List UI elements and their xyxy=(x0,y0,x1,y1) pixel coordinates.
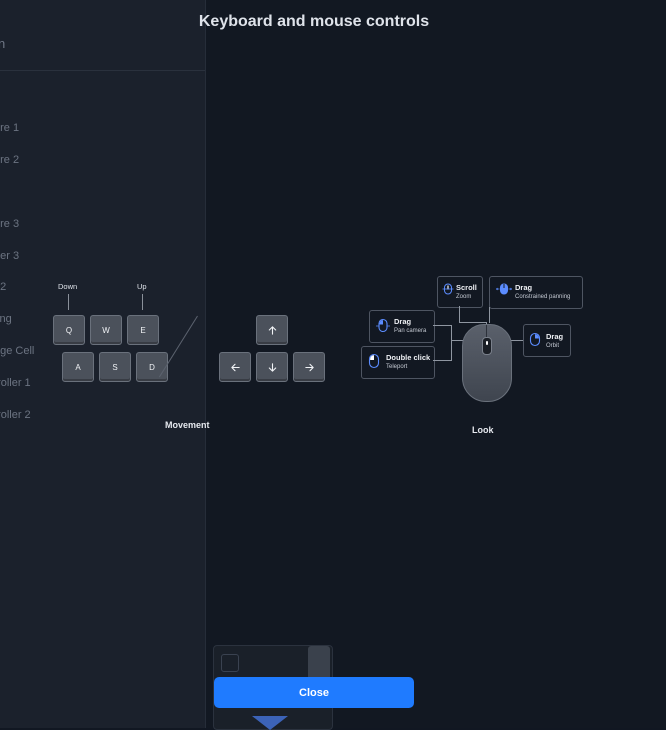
mouse-right-drag-icon xyxy=(529,332,541,347)
arrow-up-icon xyxy=(256,315,288,345)
scroll-zoom-control: Scroll Zoom xyxy=(437,276,483,308)
constrained-panning-control: Drag Constrained panning xyxy=(489,276,583,309)
teleport-result: Teleport xyxy=(386,364,408,370)
sidebar-header-text: n xyxy=(0,36,6,51)
mouse-double-click-icon xyxy=(368,353,380,369)
orbit-action: Drag xyxy=(546,332,564,341)
pan-camera-control: Drag Pan camera xyxy=(369,310,435,343)
teleport-control: Double click Teleport xyxy=(361,346,435,379)
arrow-right-icon xyxy=(293,352,325,382)
hint-down-line xyxy=(68,294,69,310)
key-s: S xyxy=(99,352,131,382)
sidebar-item[interactable]: age Cell xyxy=(0,345,34,357)
scroll-result: Zoom xyxy=(456,294,472,300)
scroll-wheel xyxy=(482,337,492,355)
pan-camera-result: Pan camera xyxy=(394,328,427,334)
hint-up-line xyxy=(142,294,143,310)
connector-line xyxy=(459,322,486,323)
mouse-drag-both-icon xyxy=(496,283,512,295)
sidebar-header: n xyxy=(0,0,205,71)
sidebar-item[interactable]: troller 2 xyxy=(0,409,31,421)
arrow-left-icon xyxy=(219,352,251,382)
key-q: Q xyxy=(53,315,85,345)
sidebar-item[interactable]: per 3 xyxy=(0,250,19,262)
close-button[interactable]: Close xyxy=(214,677,414,708)
sidebar-item[interactable]: ore 3 xyxy=(0,218,19,230)
key-d: D xyxy=(136,352,168,382)
mouse-scroll-icon xyxy=(442,283,454,295)
connector-line xyxy=(451,325,452,360)
orbit-control: Drag Orbit xyxy=(523,324,571,357)
arrow-down-icon xyxy=(256,352,288,382)
home-icon[interactable] xyxy=(221,654,239,672)
dialog-title: Keyboard and mouse controls xyxy=(198,13,430,30)
movement-label: Movement xyxy=(165,420,210,430)
sidebar-item[interactable]: ting xyxy=(0,313,12,325)
sidebar-item[interactable]: troller 1 xyxy=(0,377,31,389)
key-w: W xyxy=(90,315,122,345)
connector-line xyxy=(489,307,490,323)
connector-line xyxy=(433,360,452,361)
teleport-action: Double click xyxy=(386,353,431,362)
pan-drag-action: Drag xyxy=(515,283,533,292)
pan-drag-result: Constrained panning xyxy=(515,294,571,300)
orbit-result: Orbit xyxy=(546,343,560,349)
scroll-action: Scroll xyxy=(456,283,477,292)
mouse-illustration xyxy=(462,324,512,402)
look-label: Look xyxy=(472,425,494,435)
connector-line xyxy=(459,306,460,322)
pan-camera-action: Drag xyxy=(394,317,412,326)
connector-line xyxy=(433,325,452,326)
mouse-left-drag-icon xyxy=(376,318,390,333)
hint-up-label: Up xyxy=(137,282,147,291)
key-e: E xyxy=(127,315,159,345)
sidebar-item[interactable]: 32 xyxy=(0,281,6,293)
sidebar-item[interactable]: ore 1 xyxy=(0,122,19,134)
key-a: A xyxy=(62,352,94,382)
hint-down-label: Down xyxy=(58,282,78,291)
expand-icon[interactable] xyxy=(308,646,330,680)
sidebar-item[interactable]: ore 2 xyxy=(0,154,19,166)
